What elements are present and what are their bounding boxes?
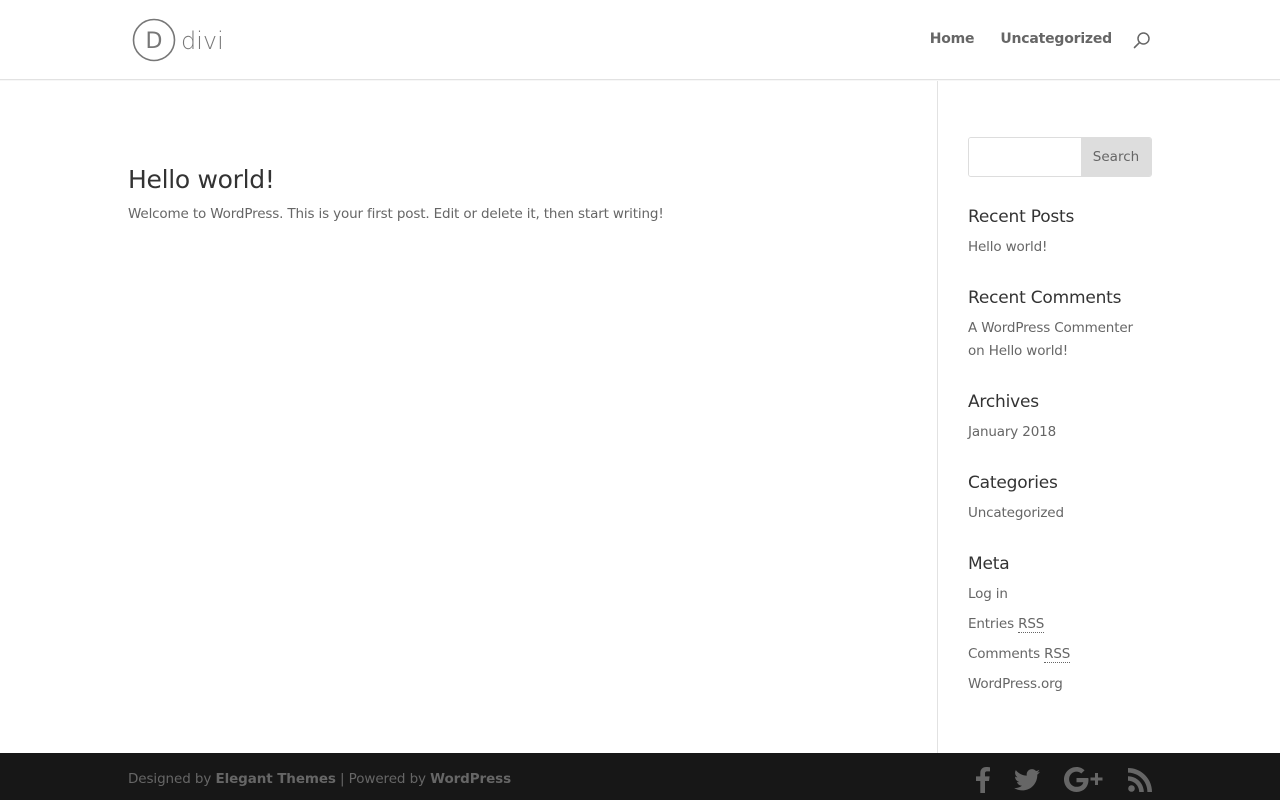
list-item: Comments RSS [968,639,1070,669]
widget-title: Meta [968,554,1010,574]
list-item: Hello world! [968,236,1074,259]
recent-post-link[interactable]: Hello world! [968,239,1047,255]
widget-title: Categories [968,473,1058,493]
comments-label: Comments [968,646,1040,662]
post: Hello world! Welcome to WordPress. This … [128,163,888,223]
category-link[interactable]: Uncategorized [968,505,1064,521]
social-icons [976,767,1152,797]
rss-abbr: RSS [1044,646,1071,663]
search-form: Search [968,137,1152,177]
rss-abbr: RSS [1018,616,1045,633]
list-item: Uncategorized [968,502,1064,525]
designed-by-text: Designed by [128,771,212,787]
site-footer: Designed by Elegant Themes | Powered by … [0,753,1280,800]
comment-author: A WordPress Commenter [968,320,1133,336]
list-item: WordPress.org [968,669,1070,699]
post-title[interactable]: Hello world! [128,163,888,197]
list-item: January 2018 [968,421,1056,444]
widget-title: Archives [968,392,1039,412]
site-logo[interactable]: D divi [132,18,228,64]
google-plus-icon[interactable] [1064,767,1104,797]
svg-text:D: D [146,29,163,54]
elegant-themes-link[interactable]: Elegant Themes [215,771,335,787]
list-item: A WordPress Commenter on Hello world! [968,317,1152,363]
svg-text:divi: divi [181,27,224,55]
widget-title: Recent Comments [968,288,1122,308]
widget-recent-comments: Recent Comments A WordPress Commenter on… [968,287,1152,363]
widget-categories: Categories Uncategorized [968,472,1064,525]
main-nav: Home Uncategorized [930,31,1113,47]
facebook-icon[interactable] [976,767,990,797]
divi-logo-icon: D divi [132,18,224,62]
widget-archives: Archives January 2018 [968,391,1056,444]
search-button[interactable]: Search [1081,138,1151,176]
nav-uncategorized[interactable]: Uncategorized [1000,31,1112,47]
footer-credits: Designed by Elegant Themes | Powered by … [128,771,511,787]
list-item: Log in [968,579,1070,609]
search-icon[interactable] [1132,31,1152,51]
login-link[interactable]: Log in [968,586,1008,602]
search-input[interactable] [969,138,1081,176]
rss-icon[interactable] [1128,768,1152,796]
archive-link[interactable]: January 2018 [968,424,1056,440]
wordpress-link[interactable]: WordPress [430,771,511,787]
comment-connector: on [968,343,985,359]
wordpress-org-link[interactable]: WordPress.org [968,676,1063,692]
entries-rss-link[interactable]: Entries RSS [968,616,1044,633]
post-excerpt: Welcome to WordPress. This is your first… [128,206,664,222]
powered-by-text: | Powered by [340,771,426,787]
widget-recent-posts: Recent Posts Hello world! [968,206,1074,259]
list-item: Entries RSS [968,609,1070,639]
widget-meta: Meta Log in Entries RSS Comments RSS Wor… [968,553,1070,699]
sidebar: Search Recent Posts Hello world! Recent … [968,137,1152,692]
twitter-icon[interactable] [1014,769,1040,795]
nav-home[interactable]: Home [930,31,975,47]
comments-rss-link[interactable]: Comments RSS [968,646,1070,663]
site-header: D divi Home Uncategorized [0,0,1280,80]
main-content-area: Hello world! Welcome to WordPress. This … [0,81,1280,753]
entries-label: Entries [968,616,1014,632]
widget-title: Recent Posts [968,207,1075,227]
comment-post-link[interactable]: Hello world! [989,343,1068,359]
sidebar-divider [937,81,938,753]
